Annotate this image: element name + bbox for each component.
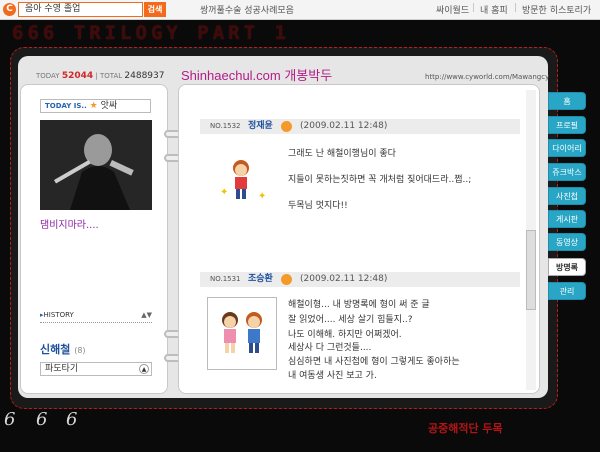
tab-video[interactable]: 동영상 <box>548 233 586 251</box>
link-cyworld[interactable]: 싸이월드 <box>436 3 469 16</box>
tab-jukebox[interactable]: 쥬크박스 <box>548 163 586 181</box>
banner-title: 666 TRILOGY PART 1 <box>12 22 290 44</box>
top-bar: C 음아 수영 졸업 검색 쌍꺼풀수술 성공사례모음 싸이월드 | 내 홈피 |… <box>0 0 600 20</box>
minimi-frame <box>207 297 277 370</box>
entry-text: 그래도 난 해철이행님이 좋다 <box>288 149 396 159</box>
today-mood: TODAY IS.. ★ 앗싸 <box>40 99 151 113</box>
today-count: 52044 <box>61 71 94 81</box>
tab-diary[interactable]: 다이어리 <box>548 139 586 157</box>
total-count: 2488937 <box>124 71 165 81</box>
hompy-url[interactable]: http://www.cyworld.com/Mawangcy <box>425 73 549 81</box>
photo-caption: 댐비지마라.... <box>40 220 99 231</box>
search-input[interactable]: 음아 수영 졸업 <box>18 2 143 17</box>
entry-text: 해철이형... 내 방명록에 형이 써 준 글 <box>288 300 430 310</box>
search-button[interactable]: 검색 <box>144 2 166 17</box>
footer-signature: 공중해적단 두목 <box>428 422 503 435</box>
entry-author[interactable]: 정재윤 <box>248 119 273 134</box>
owner-name[interactable]: 신해철 (8) <box>40 341 86 357</box>
tab-board[interactable]: 게시판 <box>548 210 586 228</box>
link-my-hompy[interactable]: 내 홈피 <box>480 3 508 16</box>
entry-text: 두목님 멋지다!! <box>288 201 348 211</box>
svg-text:✦: ✦ <box>258 191 266 202</box>
hompy-title: Shinhaechul.com 개봉박두 <box>181 68 333 83</box>
top-separator: | <box>472 3 476 13</box>
decor-six: 6 <box>66 409 78 430</box>
guestbook-scrollbar[interactable] <box>526 90 536 390</box>
entry-text: 세상사 다 그런것들.... <box>288 343 372 353</box>
mood-icon: ★ <box>89 101 98 111</box>
cyworld-logo-icon[interactable]: C <box>3 3 16 16</box>
guestbook-entry-header: NO.1531 조승환 (2009.02.11 12:48) <box>200 272 520 287</box>
visit-counter: TODAY 52044 | TOTAL 2488937 <box>36 71 165 81</box>
home-icon[interactable] <box>281 121 292 132</box>
entry-text: 심심하면 내 사진첩에 형이 그렇게도 좋아하는 <box>288 357 460 367</box>
entry-text: 잘 읽었어.... 세상 살기 힘들지..? <box>288 315 413 325</box>
entry-text: 지들이 못하는짓하면 꼭 개처럼 짖어대드라..쩝..; <box>288 175 472 185</box>
history-arrows[interactable]: ▲▼ <box>141 311 152 319</box>
minihompy-page: C 음아 수영 졸업 검색 쌍꺼풀수술 성공사례모음 싸이월드 | 내 홈피 |… <box>0 0 600 452</box>
tab-home[interactable]: 홈 <box>548 92 586 110</box>
tab-admin[interactable]: 관리 <box>548 282 586 300</box>
decor-six: 6 <box>36 409 48 430</box>
promo-link[interactable]: 쌍꺼풀수술 성공사례모음 <box>200 3 294 16</box>
decor-six: 6 <box>4 409 16 430</box>
guestbook-entry-header: NO.1532 정재윤 (2009.02.11 12:48) <box>200 119 520 134</box>
scroll-thumb[interactable] <box>526 230 536 310</box>
profile-photo[interactable] <box>40 120 152 210</box>
wave-select[interactable]: 파도타기 ▲ <box>40 362 152 376</box>
entry-author[interactable]: 조승환 <box>248 272 273 287</box>
entry-text: 나도 이해해. 하지만 어쩌겠어. <box>288 330 402 340</box>
tab-guestbook[interactable]: 방명록 <box>548 258 586 276</box>
tab-profile[interactable]: 프로필 <box>548 116 586 134</box>
wave-button[interactable]: ▲ <box>139 364 149 374</box>
minimi-avatar: ✦ ✦ <box>220 160 266 202</box>
svg-text:✦: ✦ <box>220 187 228 198</box>
entry-text: 내 여동생 사진 보고 가. <box>288 371 377 381</box>
home-icon[interactable] <box>281 274 292 285</box>
top-separator: | <box>514 3 518 13</box>
tab-photo[interactable]: 사진첩 <box>548 187 586 205</box>
minimi-couple-avatar <box>222 312 262 353</box>
link-visit-history[interactable]: 방문한 히스토리가 <box>522 3 591 16</box>
history-toggle[interactable]: ▸HISTORY ▲▼ <box>40 311 152 323</box>
